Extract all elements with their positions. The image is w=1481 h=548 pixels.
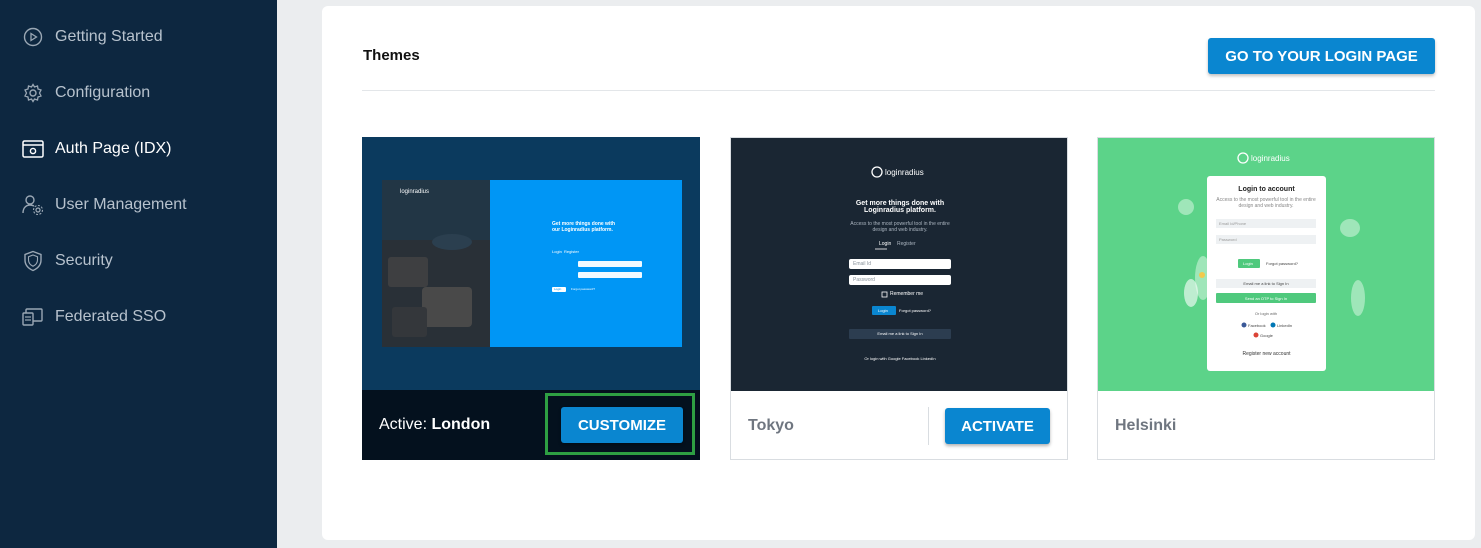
preview-tab-login: Login bbox=[552, 249, 562, 254]
sidebar-item-label: User Management bbox=[55, 196, 187, 213]
preview-heading: Get more things done with our Loginradiu… bbox=[552, 221, 616, 233]
preview-otp: Send an OTP to Sign In bbox=[1244, 296, 1288, 301]
go-to-login-page-button[interactable]: GO TO YOUR LOGIN PAGE bbox=[1208, 38, 1435, 74]
preview-tab-register: Register bbox=[897, 241, 916, 247]
sidebar-item-configuration[interactable]: Configuration bbox=[0, 73, 277, 113]
sso-icon bbox=[22, 306, 44, 328]
footer-divider bbox=[928, 407, 929, 445]
preview-heading: Get more things done with Loginradius pl… bbox=[855, 200, 945, 214]
sidebar-item-label: Configuration bbox=[55, 84, 151, 101]
preview-sub: Access to the most powerful tool in the … bbox=[1216, 197, 1316, 209]
play-circle-icon bbox=[22, 26, 44, 48]
preview-social-google: Google bbox=[1260, 333, 1273, 338]
sidebar: Getting Started Configuration Auth Page … bbox=[0, 0, 277, 548]
sidebar-item-user-management[interactable]: User Management bbox=[0, 185, 277, 225]
theme-name: Tokyo bbox=[748, 417, 794, 434]
theme-name: Helsinki bbox=[1115, 417, 1177, 434]
theme-preview-london[interactable]: loginradius Get more things done with ou… bbox=[362, 137, 700, 390]
preview-login-button: Login bbox=[1243, 261, 1253, 266]
theme-footer-tokyo: Tokyo ACTIVATE bbox=[731, 391, 1067, 461]
preview-password: Password bbox=[1219, 237, 1237, 242]
preview-tab-register: Register bbox=[564, 249, 579, 254]
preview-email: Email Id/Phone bbox=[1219, 221, 1247, 226]
preview-logo: loginradius bbox=[400, 189, 430, 195]
active-theme-label: Active: London bbox=[379, 416, 491, 433]
theme-card-helsinki: loginradius Login to account Access to t… bbox=[1097, 137, 1435, 460]
preview-forgot: Forgot password? bbox=[1266, 261, 1299, 266]
themes-card: Themes GO TO YOUR LOGIN PAGE loginradius… bbox=[322, 6, 1475, 540]
theme-preview-helsinki[interactable]: loginradius Login to account Access to t… bbox=[1098, 138, 1434, 391]
gear-icon bbox=[22, 82, 44, 104]
divider bbox=[362, 90, 1435, 91]
preview-logo: loginradius bbox=[1251, 154, 1290, 163]
theme-preview-tokyo[interactable]: loginradius Get more things done with Lo… bbox=[731, 138, 1067, 391]
sidebar-item-label: Getting Started bbox=[55, 28, 163, 45]
customize-button[interactable]: CUSTOMIZE bbox=[561, 407, 683, 443]
preview-forgot: Forgot password? bbox=[571, 287, 596, 291]
preview-login-button: Login bbox=[554, 287, 562, 291]
preview-email-link: Email me a link to Sign In bbox=[1243, 281, 1289, 286]
preview-social-linkedin: LinkedIn bbox=[1277, 323, 1293, 328]
preview-tab-login: Login bbox=[879, 241, 892, 247]
sidebar-item-security[interactable]: Security bbox=[0, 241, 277, 281]
activate-button[interactable]: ACTIVATE bbox=[945, 408, 1050, 444]
shield-icon bbox=[22, 250, 44, 272]
sidebar-item-label: Federated SSO bbox=[55, 308, 167, 325]
preview-heading: Login to account bbox=[1238, 186, 1295, 193]
sidebar-item-auth-page[interactable]: Auth Page (IDX) bbox=[0, 129, 277, 169]
preview-password: Password bbox=[853, 277, 875, 283]
preview-logo: loginradius bbox=[885, 168, 924, 177]
preview-social-facebook: Facebook bbox=[1248, 323, 1266, 328]
theme-card-london: loginradius Get more things done with ou… bbox=[362, 137, 700, 460]
sidebar-item-label: Auth Page (IDX) bbox=[55, 140, 172, 157]
preview-forgot: Forgot password? bbox=[899, 308, 932, 313]
preview-login-button: Login bbox=[878, 308, 888, 313]
theme-card-tokyo: loginradius Get more things done with Lo… bbox=[730, 137, 1068, 460]
preview-register: Register new account bbox=[1242, 351, 1291, 357]
sidebar-item-federated-sso[interactable]: Federated SSO bbox=[0, 297, 277, 337]
theme-footer-helsinki: Helsinki bbox=[1098, 391, 1434, 461]
browser-settings-icon bbox=[22, 138, 44, 160]
sidebar-item-getting-started[interactable]: Getting Started bbox=[0, 17, 277, 57]
preview-social: Or login with Google Facebook LinkedIn bbox=[864, 356, 936, 361]
preview-email-link: Email me a link to Sign In bbox=[877, 331, 923, 336]
preview-email: Email Id bbox=[853, 261, 872, 267]
preview-or: Or login with bbox=[1254, 311, 1278, 316]
theme-footer-london: Active: London CUSTOMIZE bbox=[362, 390, 700, 460]
preview-sub: Access to the most powerful tool in the … bbox=[850, 221, 950, 233]
preview-remember: Remember me bbox=[890, 291, 924, 297]
page-title: Themes bbox=[363, 47, 420, 64]
user-settings-icon bbox=[22, 194, 44, 216]
sidebar-item-label: Security bbox=[55, 252, 113, 269]
